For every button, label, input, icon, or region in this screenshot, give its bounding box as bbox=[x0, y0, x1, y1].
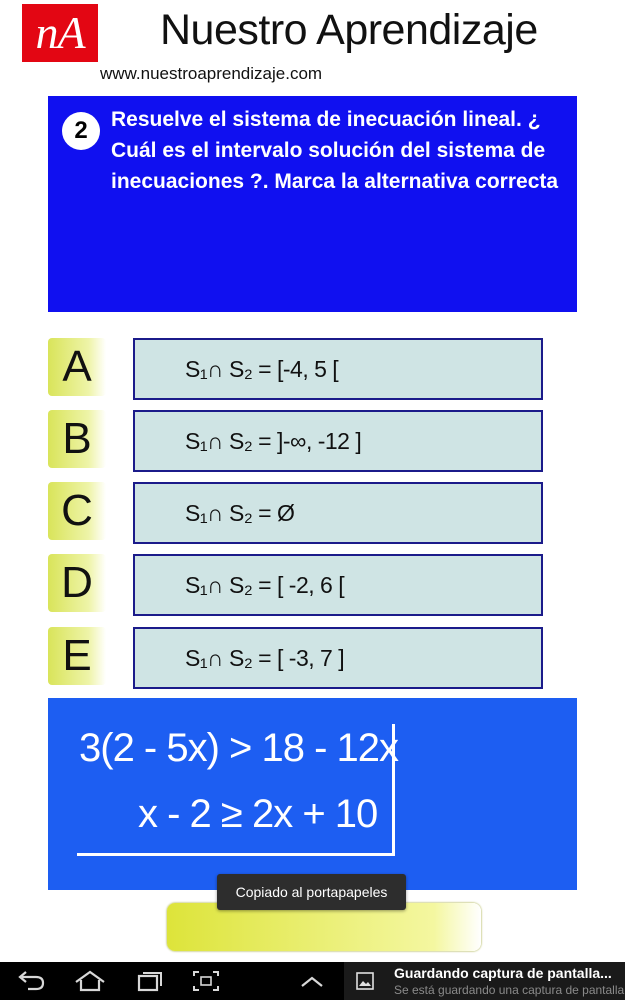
recent-apps-icon[interactable] bbox=[128, 968, 168, 994]
equation-panel: 3(2 - 5x) > 18 - 12x x - 2 ≥ 2x + 10 bbox=[48, 698, 577, 890]
question-panel: 2 Resuelve el sistema de inecuación line… bbox=[48, 96, 577, 312]
inequality-1: 3(2 - 5x) > 18 - 12x bbox=[79, 726, 399, 770]
back-icon[interactable] bbox=[12, 968, 52, 994]
screenshot-notification[interactable]: Guardando captura de pantalla... Se está… bbox=[344, 962, 625, 1000]
image-icon bbox=[356, 972, 374, 990]
option-c-button[interactable]: S₁∩ S₂ = Ø bbox=[133, 482, 543, 544]
option-c-text: S₁∩ S₂ = Ø bbox=[185, 500, 295, 526]
option-e-text: S₁∩ S₂ = [ -3, 7 ] bbox=[185, 645, 345, 671]
toast-message: Copiado al portapapeles bbox=[217, 874, 406, 910]
notification-title: Guardando captura de pantalla... bbox=[394, 965, 612, 981]
option-d-button[interactable]: S₁∩ S₂ = [ -2, 6 [ bbox=[133, 554, 543, 616]
system-bracket-horizontal bbox=[77, 853, 395, 856]
system-navigation-bar: Guardando captura de pantalla... Se está… bbox=[0, 962, 625, 1000]
option-e-letter[interactable]: E bbox=[48, 627, 106, 685]
option-a-text: S₁∩ S₂ = [-4, 5 [ bbox=[185, 356, 339, 382]
question-text: Resuelve el sistema de inecuación lineal… bbox=[111, 108, 559, 193]
option-b-text: S₁∩ S₂ = ]-∞, -12 ] bbox=[185, 428, 362, 454]
site-title: Nuestro Aprendizaje bbox=[160, 6, 538, 54]
option-a-letter[interactable]: A bbox=[48, 338, 106, 396]
option-c-letter[interactable]: C bbox=[48, 482, 106, 540]
home-icon[interactable] bbox=[70, 968, 110, 994]
screenshot-icon[interactable] bbox=[186, 968, 226, 994]
question-number-badge: 2 bbox=[62, 112, 100, 150]
option-d-text: S₁∩ S₂ = [ -2, 6 [ bbox=[185, 572, 345, 598]
option-b-button[interactable]: S₁∩ S₂ = ]-∞, -12 ] bbox=[133, 410, 543, 472]
system-bracket-vertical bbox=[392, 724, 395, 856]
option-d-letter[interactable]: D bbox=[48, 554, 106, 612]
option-e-button[interactable]: S₁∩ S₂ = [ -3, 7 ] bbox=[133, 627, 543, 689]
option-b-letter[interactable]: B bbox=[48, 410, 106, 468]
inequality-2: x - 2 ≥ 2x + 10 bbox=[138, 792, 378, 836]
chevron-up-icon[interactable] bbox=[292, 968, 332, 994]
option-a-button[interactable]: S₁∩ S₂ = [-4, 5 [ bbox=[133, 338, 543, 400]
notification-subtitle: Se está guardando una captura de pantall… bbox=[394, 983, 625, 997]
check-answer-button[interactable] bbox=[167, 903, 481, 951]
logo: nA bbox=[22, 4, 98, 62]
site-url: www.nuestroaprendizaje.com bbox=[100, 64, 323, 83]
